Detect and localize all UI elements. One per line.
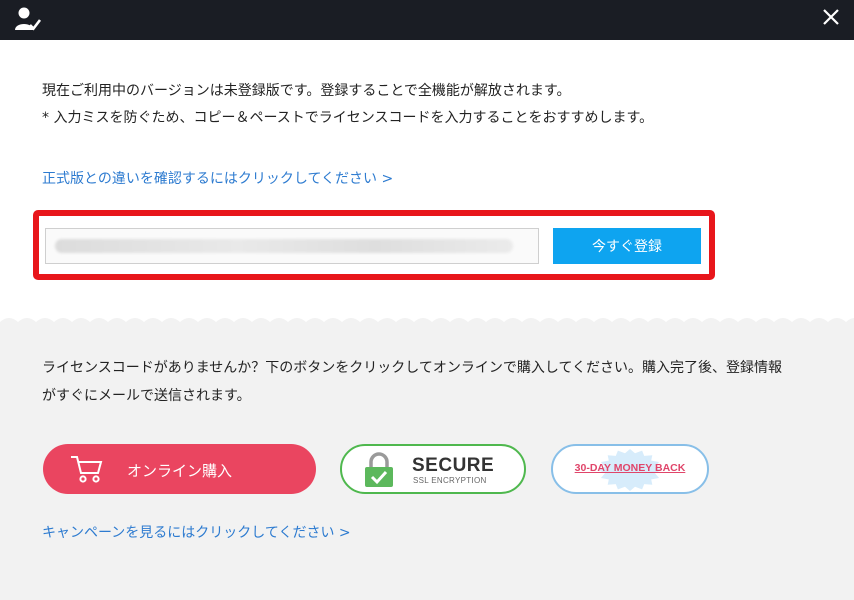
money-back-badge: 30-DAY MONEY BACK: [551, 444, 709, 494]
license-registration-box: 今すぐ登録: [33, 210, 715, 280]
wave-divider: [0, 318, 854, 332]
registration-section: 現在ご利用中のバージョンは未登録版です。登録することで全機能が解放されます。 *…: [0, 40, 854, 320]
close-icon[interactable]: [818, 4, 844, 30]
purchase-section: ライセンスコードがありませんか？下のボタンをクリックしてオンラインで購入してくだ…: [0, 330, 854, 600]
padlock-check-icon: [365, 452, 393, 487]
compare-versions-link[interactable]: 正式版との違いを確認するにはクリックしてください >: [42, 168, 393, 188]
purchase-text-line2: がすぐにメールで送信されます。: [42, 388, 251, 404]
license-code-input[interactable]: [45, 228, 539, 264]
intro-text-line1: 現在ご利用中のバージョンは未登録版です。登録することで全機能が解放されます。: [42, 83, 571, 99]
buy-online-label: オンライン購入: [127, 462, 233, 480]
secure-badge-subtitle: SSL ENCRYPTION: [413, 476, 487, 485]
title-bar: [0, 0, 854, 40]
shopping-cart-icon: [71, 456, 103, 483]
register-now-button[interactable]: 今すぐ登録: [553, 228, 701, 264]
campaign-link[interactable]: キャンペーンを見るにはクリックしてください >: [42, 522, 351, 542]
buy-online-button[interactable]: オンライン購入: [43, 444, 316, 494]
money-back-text: 30-DAY MONEY BACK: [574, 462, 686, 474]
ssl-secure-badge: SECURE SSL ENCRYPTION: [340, 444, 526, 494]
user-check-icon: [15, 7, 42, 31]
secure-badge-title: SECURE: [412, 455, 495, 476]
intro-text-line2: * 入力ミスを防ぐため、コピー＆ペーストでライセンスコードを入力することをおすす…: [42, 110, 654, 126]
purchase-text-line1: ライセンスコードがありませんか？下のボタンをクリックしてオンラインで購入してくだ…: [42, 360, 783, 376]
